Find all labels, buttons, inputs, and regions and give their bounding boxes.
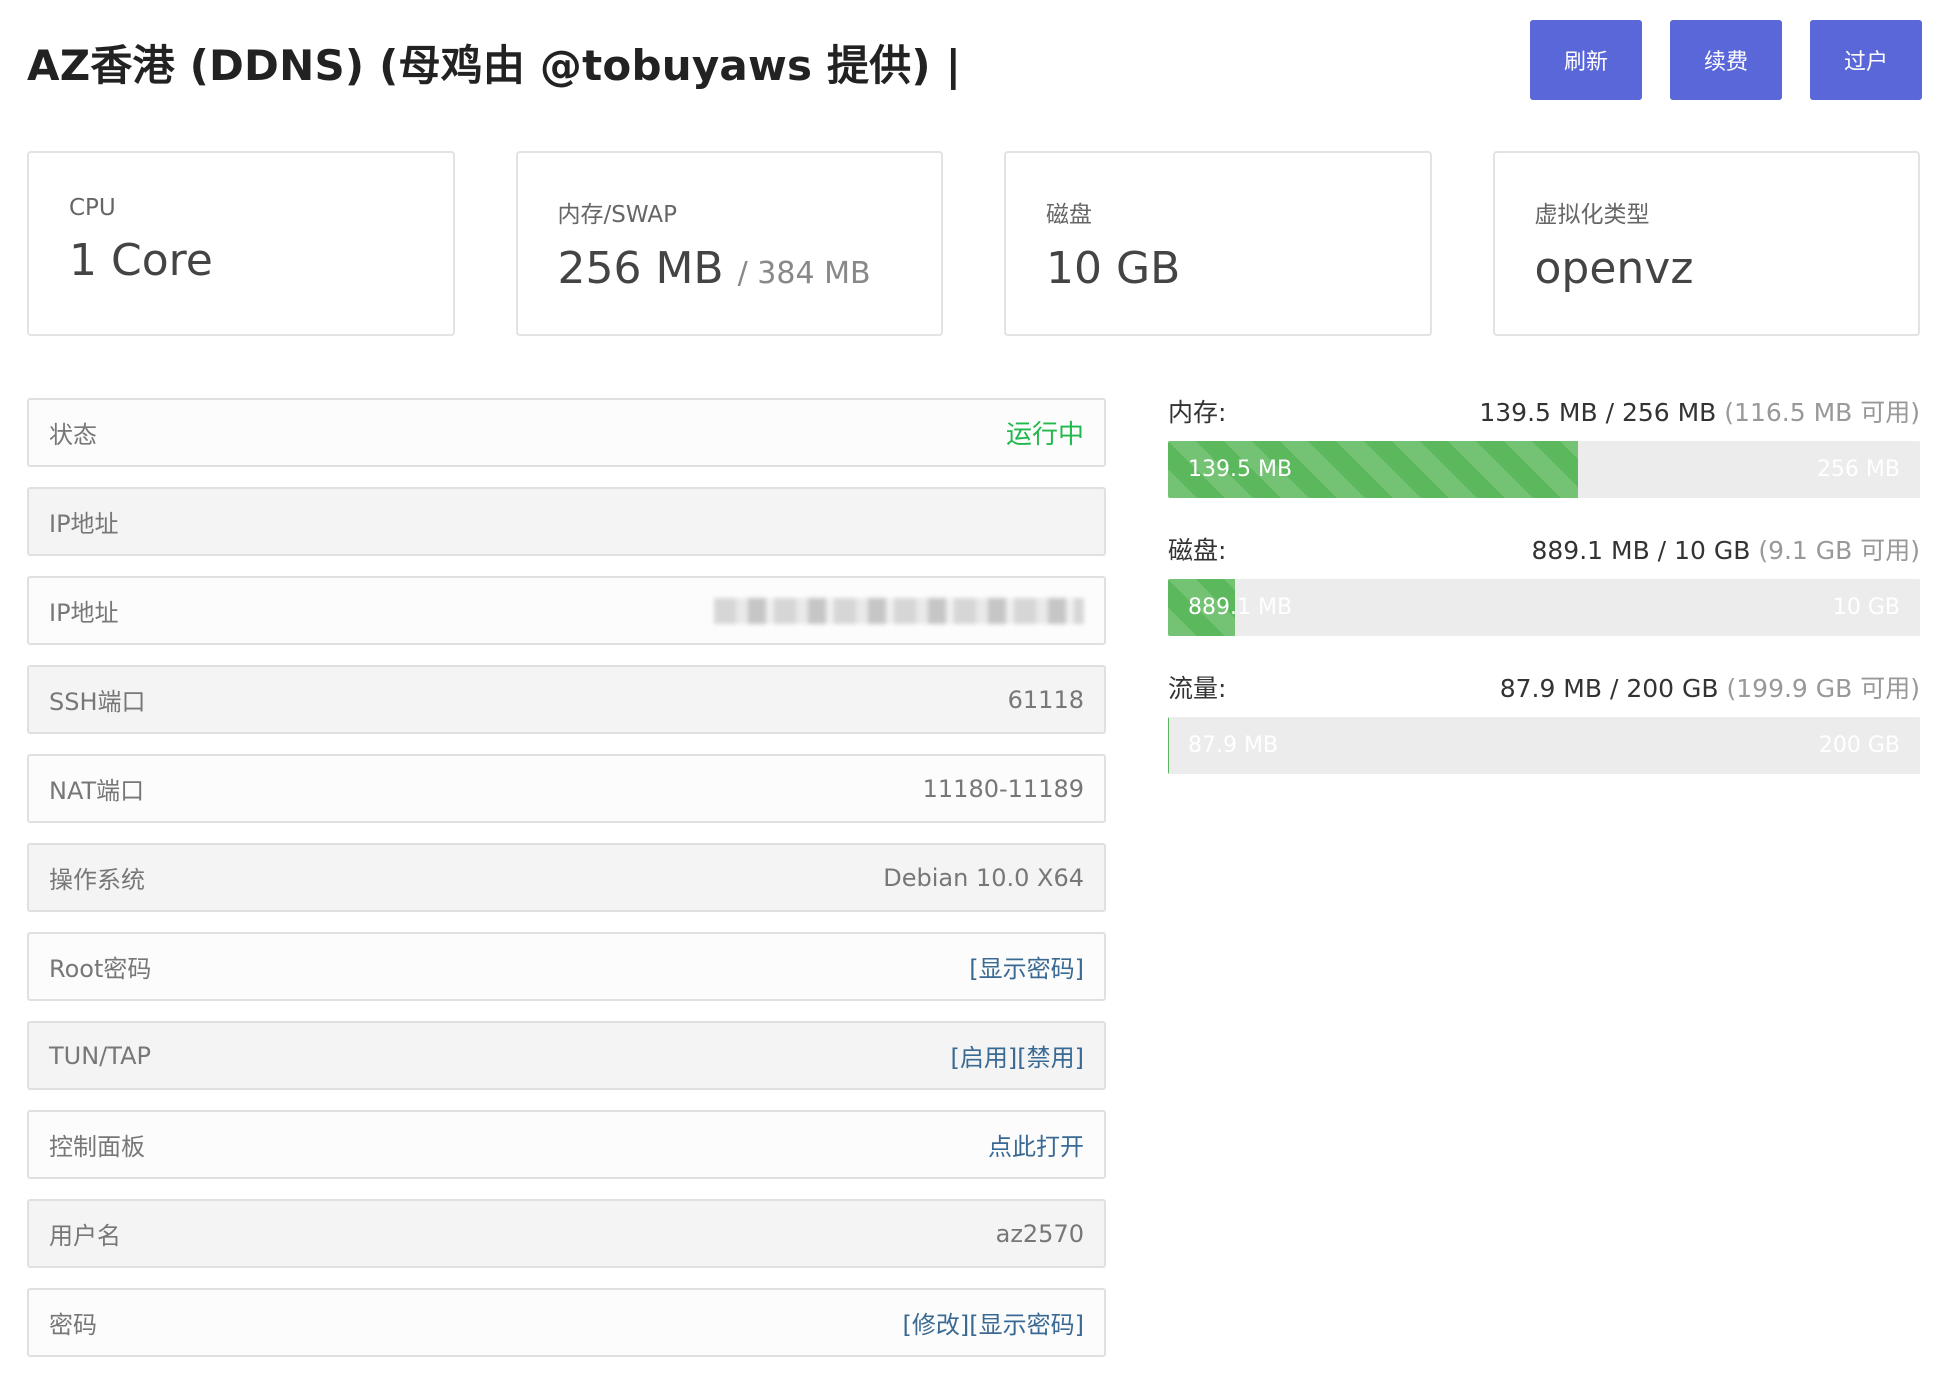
disk-card: 磁盘 10 GB [1004, 151, 1432, 336]
usage-panel: 内存: 139.5 MB / 256 MB (116.5 MB 可用) 139.… [1168, 393, 1920, 807]
control-panel-label: 控制面板 [49, 1133, 145, 1161]
traffic-usage: 流量: 87.9 MB / 200 GB (199.9 GB 可用) 87.9 … [1168, 669, 1920, 774]
status-label: 状态 [49, 421, 97, 449]
virtualization-value: openvz [1534, 243, 1694, 294]
ip-row-secondary: IP地址 [27, 576, 1106, 645]
traffic-used-text: 87.9 MB [1499, 674, 1603, 703]
cpu-card: CPU 1 Core [27, 151, 455, 336]
disk-usage-title: 磁盘: [1168, 536, 1227, 565]
memory-value-line: 256 MB / 384 MB [558, 243, 942, 294]
memory-usage-header: 内存: 139.5 MB / 256 MB (116.5 MB 可用) [1168, 393, 1920, 429]
memory-bar-total-label: 256 MB [1816, 457, 1900, 482]
traffic-usage-header: 流量: 87.9 MB / 200 GB (199.9 GB 可用) [1168, 669, 1920, 705]
memory-usage: 内存: 139.5 MB / 256 MB (116.5 MB 可用) 139.… [1168, 393, 1920, 498]
password-actions: [修改][显示密码] [903, 1305, 1084, 1340]
memory-value: 256 MB [557, 243, 724, 294]
ip-label-secondary: IP地址 [49, 599, 119, 627]
refresh-button[interactable]: 刷新 [1530, 20, 1642, 100]
cpu-value: 1 Core [69, 235, 213, 286]
os-row: 操作系统 Debian 10.0 X64 [27, 843, 1106, 912]
ssh-port-row: SSH端口 61118 [27, 665, 1106, 734]
memory-card: 内存/SWAP 256 MB / 384 MB [515, 151, 943, 336]
nat-port-row: NAT端口 11180-11189 [27, 754, 1106, 823]
tun-tap-row: TUN/TAP [启用][禁用] [27, 1021, 1106, 1090]
renew-button[interactable]: 续费 [1670, 20, 1782, 100]
traffic-usage-detail: 87.9 MB / 200 GB (199.9 GB 可用) [1499, 674, 1921, 703]
nat-port-label: NAT端口 [49, 777, 145, 805]
username-label: 用户名 [49, 1222, 121, 1250]
root-password-row: Root密码 [显示密码] [27, 932, 1106, 1001]
show-root-password-link[interactable]: [显示密码] [969, 949, 1084, 984]
disk-label: 磁盘 [1046, 202, 1092, 228]
traffic-free-text: (199.9 GB 可用) [1726, 674, 1921, 703]
cpu-label: CPU [69, 195, 116, 221]
password-label: 密码 [49, 1311, 97, 1339]
disk-progress-bar: 889.1 MB 10 GB [1168, 579, 1920, 636]
os-label: 操作系统 [49, 866, 145, 894]
ip-label-primary: IP地址 [49, 510, 119, 538]
memory-usage-detail: 139.5 MB / 256 MB (116.5 MB 可用) [1479, 398, 1920, 427]
tun-tap-enable-link[interactable]: [启用] [951, 1044, 1018, 1072]
memory-usage-title: 内存: [1168, 398, 1227, 427]
memory-free-text: (116.5 MB 可用) [1724, 398, 1920, 427]
disk-total-text: 10 GB [1674, 536, 1751, 565]
password-row: 密码 [修改][显示密码] [27, 1288, 1106, 1357]
disk-usage-header: 磁盘: 889.1 MB / 10 GB (9.1 GB 可用) [1168, 531, 1920, 567]
disk-bar-used-label: 889.1 MB [1188, 595, 1293, 620]
tun-tap-disable-link[interactable]: [禁用] [1017, 1044, 1084, 1072]
root-password-label: Root密码 [49, 955, 152, 983]
status-value: 运行中 [1005, 420, 1084, 450]
os-value: Debian 10.0 X64 [883, 863, 1084, 892]
traffic-bar-used-label: 87.9 MB [1188, 733, 1279, 758]
disk-usage: 磁盘: 889.1 MB / 10 GB (9.1 GB 可用) 889.1 M… [1168, 531, 1920, 636]
page-title: AZ香港 (DDNS) (母鸡由 @tobuyaws 提供) | [27, 41, 962, 90]
disk-usage-detail: 889.1 MB / 10 GB (9.1 GB 可用) [1531, 536, 1920, 565]
disk-value: 10 GB [1046, 243, 1181, 294]
show-password-link[interactable]: [显示密码] [969, 1311, 1084, 1339]
virtualization-label: 虚拟化类型 [1534, 202, 1650, 228]
traffic-usage-title: 流量: [1168, 674, 1227, 703]
memory-bar-used-label: 139.5 MB [1188, 457, 1293, 482]
swap-value: / 384 MB [737, 256, 871, 291]
memory-total-text: 256 MB [1621, 398, 1717, 427]
modify-password-link[interactable]: [修改] [903, 1311, 970, 1339]
traffic-total-text: 200 GB [1626, 674, 1719, 703]
traffic-progress-bar: 87.9 MB 200 GB [1168, 717, 1920, 774]
tun-tap-label: TUN/TAP [49, 1041, 151, 1070]
traffic-bar-total-label: 200 GB [1818, 733, 1900, 758]
memory-used-text: 139.5 MB [1479, 398, 1598, 427]
memory-label: 内存/SWAP [557, 202, 677, 228]
ssh-port-value: 61118 [1007, 685, 1084, 714]
status-row: 状态 运行中 [27, 398, 1106, 467]
disk-bar-total-label: 10 GB [1832, 595, 1900, 620]
open-control-panel-link[interactable]: 点此打开 [988, 1127, 1084, 1162]
control-panel-row: 控制面板 点此打开 [27, 1110, 1106, 1179]
header-actions: 刷新 续费 过户 [1530, 20, 1922, 100]
disk-free-text: (9.1 GB 可用) [1758, 536, 1920, 565]
username-value: az2570 [995, 1219, 1084, 1248]
ssh-port-label: SSH端口 [49, 688, 146, 716]
server-detail-page: AZ香港 (DDNS) (母鸡由 @tobuyaws 提供) | 刷新 续费 过… [0, 0, 1946, 1377]
memory-progress-bar: 139.5 MB 256 MB [1168, 441, 1920, 498]
ip-value-redacted [714, 597, 1084, 624]
virtualization-card: 虚拟化类型 openvz [1492, 151, 1920, 336]
tun-tap-actions: [启用][禁用] [951, 1038, 1084, 1073]
transfer-button[interactable]: 过户 [1810, 20, 1922, 100]
info-list: 状态 运行中 IP地址 IP地址 SSH端口 61118 NAT端口 11180… [27, 398, 1106, 1377]
username-row: 用户名 az2570 [27, 1199, 1106, 1268]
spec-cards: CPU 1 Core 内存/SWAP 256 MB / 384 MB 磁盘 10… [27, 151, 1920, 336]
disk-used-text: 889.1 MB [1531, 536, 1650, 565]
ip-row-primary: IP地址 [27, 487, 1106, 556]
nat-port-value: 11180-11189 [922, 774, 1084, 803]
